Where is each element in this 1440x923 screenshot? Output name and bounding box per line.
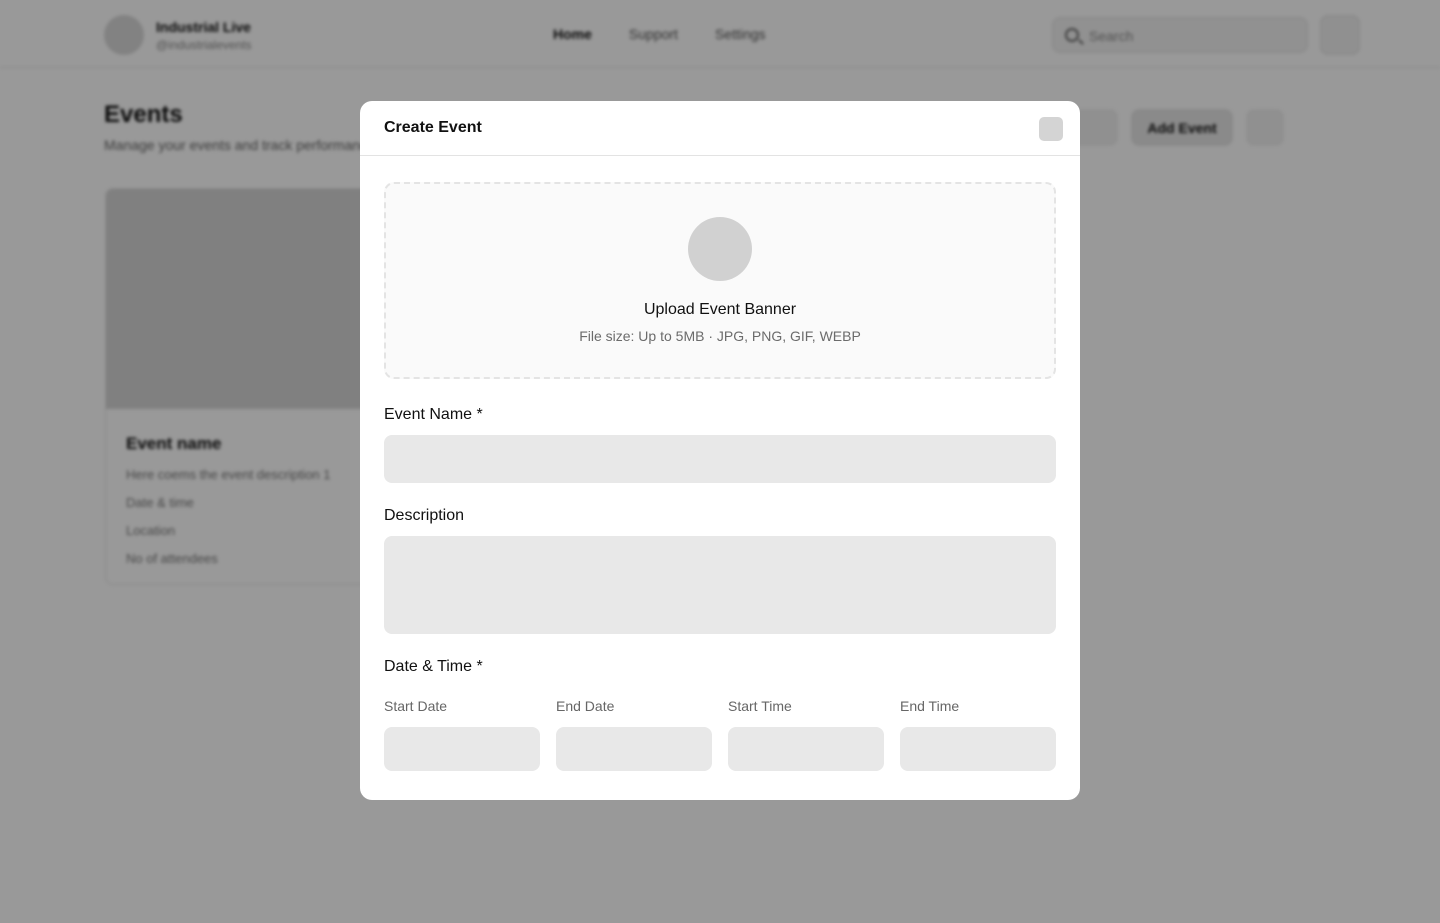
- end-time-input[interactable]: [900, 727, 1056, 771]
- end-time-label: End Time: [900, 698, 960, 714]
- create-event-modal: Create Event Upload Event Banner File si…: [360, 101, 1080, 800]
- start-date-input[interactable]: [384, 727, 540, 771]
- upload-file-requirements: File size: Up to 5MB · JPG, PNG, GIF, WE…: [579, 328, 861, 344]
- modal-title: Create Event: [384, 119, 482, 136]
- event-name-label: Event Name *: [384, 406, 483, 423]
- description-textarea[interactable]: [384, 536, 1056, 634]
- date-time-label: Date & Time *: [384, 658, 483, 675]
- start-date-label: Start Date: [384, 698, 448, 714]
- start-time-input[interactable]: [728, 727, 884, 771]
- upload-icon: [688, 217, 752, 281]
- end-date-input[interactable]: [556, 727, 712, 771]
- event-name-input[interactable]: [384, 435, 1056, 483]
- end-date-label: End Date: [556, 698, 615, 714]
- close-modal-button[interactable]: [1039, 117, 1063, 141]
- description-label: Description: [384, 507, 465, 524]
- modal-header: Create Event: [360, 101, 1080, 156]
- start-time-label: Start Time: [728, 698, 792, 714]
- banner-upload-dropzone[interactable]: Upload Event Banner File size: Up to 5MB…: [384, 182, 1056, 379]
- upload-title: Upload Event Banner: [643, 301, 797, 318]
